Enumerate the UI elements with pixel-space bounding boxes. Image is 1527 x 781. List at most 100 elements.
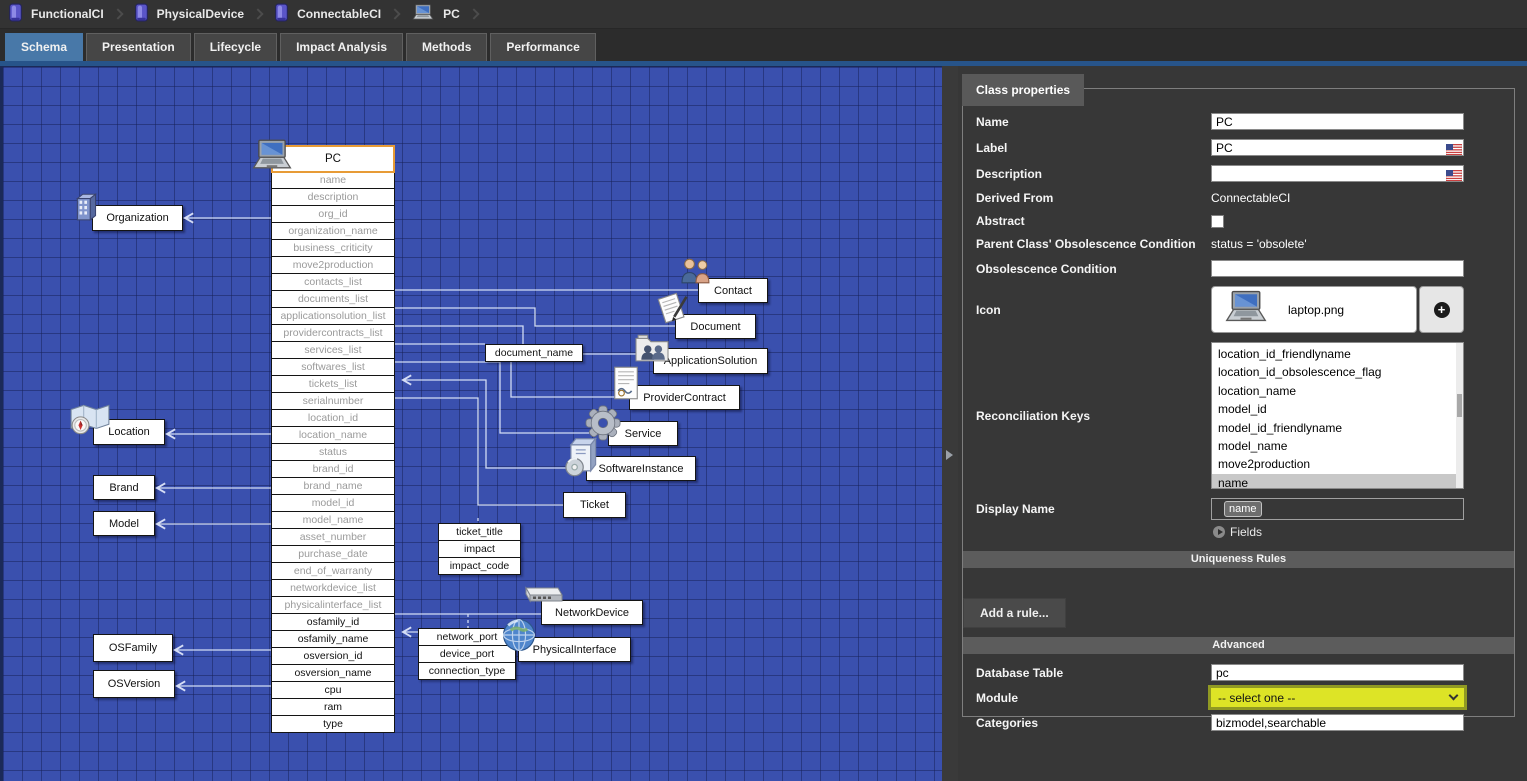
attribute-row[interactable]: impact: [438, 540, 521, 558]
pc-attribute-row[interactable]: model_name: [271, 511, 395, 529]
class-node-providercontract[interactable]: ProviderContract: [629, 385, 740, 410]
database-table-input[interactable]: [1211, 664, 1464, 681]
breadcrumb-item-functionalci[interactable]: FunctionalCI: [8, 3, 104, 25]
reconciliation-key-item[interactable]: model_id_friendlyname: [1212, 419, 1463, 437]
pc-attribute-row[interactable]: osversion_name: [271, 664, 395, 682]
attribute-row[interactable]: ticket_title: [438, 523, 521, 541]
tab[interactable]: Methods: [406, 33, 487, 61]
class-node-brand[interactable]: Brand: [93, 475, 155, 500]
listbox-scrollbar[interactable]: [1456, 343, 1463, 488]
add-icon-button[interactable]: +: [1419, 286, 1464, 333]
tab[interactable]: Lifecycle: [194, 33, 277, 61]
attribute-row[interactable]: document_name: [485, 344, 583, 362]
pc-attribute-row[interactable]: business_criticity: [271, 239, 395, 257]
breadcrumb-item-physicaldevice[interactable]: PhysicalDevice: [134, 3, 244, 25]
pc-attribute-row[interactable]: name: [271, 171, 395, 189]
class-node-physicalinterface[interactable]: PhysicalInterface: [518, 637, 631, 662]
description-input[interactable]: [1211, 165, 1464, 182]
us-flag-icon[interactable]: [1446, 142, 1462, 160]
pc-attribute-row[interactable]: location_id: [271, 409, 395, 427]
categories-input[interactable]: [1211, 714, 1464, 731]
pc-attribute-row[interactable]: applicationsolution_list: [271, 307, 395, 325]
pc-attribute-row[interactable]: end_of_warranty: [271, 562, 395, 580]
pc-attribute-row[interactable]: contacts_list: [271, 273, 395, 291]
collapse-panel-handle[interactable]: [946, 450, 953, 460]
reconciliation-key-item[interactable]: model_name: [1212, 437, 1463, 455]
attribute-row[interactable]: impact_code: [438, 557, 521, 575]
display-name-field[interactable]: name: [1211, 498, 1464, 520]
fields-toggle[interactable]: Fields: [1213, 525, 1465, 539]
pc-attribute-row[interactable]: location_name: [271, 426, 395, 444]
network-attribute-box: network_portdevice_portconnection_type: [418, 629, 516, 680]
pc-attribute-row[interactable]: tickets_list: [271, 375, 395, 393]
breadcrumb-separator-icon: [112, 8, 123, 19]
class-node-service[interactable]: Service: [608, 421, 678, 446]
class-node-ticket[interactable]: Ticket: [563, 492, 626, 518]
pc-attribute-row[interactable]: providercontracts_list: [271, 324, 395, 342]
pc-attribute-row[interactable]: networkdevice_list: [271, 579, 395, 597]
tab[interactable]: Impact Analysis: [280, 33, 403, 61]
pc-attribute-row[interactable]: organization_name: [271, 222, 395, 240]
pc-attribute-row[interactable]: serialnumber: [271, 392, 395, 410]
pc-attribute-row[interactable]: services_list: [271, 341, 395, 359]
pc-attribute-row[interactable]: cpu: [271, 681, 395, 699]
pc-attribute-row[interactable]: type: [271, 715, 395, 733]
class-node-pc[interactable]: PC: [271, 145, 395, 173]
add-rule-button[interactable]: Add a rule...: [963, 598, 1066, 628]
pc-attribute-row[interactable]: ram: [271, 698, 395, 716]
class-node-softwareinstance[interactable]: SoftwareInstance: [586, 456, 696, 481]
label-input[interactable]: [1211, 139, 1464, 156]
class-node-osfamily[interactable]: OSFamily: [93, 634, 173, 662]
abstract-checkbox[interactable]: [1211, 215, 1224, 228]
reconciliation-key-item[interactable]: move2production: [1212, 455, 1463, 473]
tab[interactable]: Performance: [490, 33, 595, 61]
reconciliation-key-item[interactable]: location_id_obsolescence_flag: [1212, 363, 1463, 381]
attribute-row[interactable]: connection_type: [418, 662, 516, 680]
pc-attribute-row[interactable]: brand_name: [271, 477, 395, 495]
pc-attribute-row[interactable]: osfamily_name: [271, 630, 395, 648]
tab[interactable]: Presentation: [86, 33, 191, 61]
class-node-applicationsolution[interactable]: ApplicationSolution: [653, 348, 768, 374]
pc-attribute-row[interactable]: purchase_date: [271, 545, 395, 563]
class-node-model[interactable]: Model: [93, 511, 155, 536]
pc-attribute-row[interactable]: brand_id: [271, 460, 395, 478]
obsolescence-input[interactable]: [1211, 260, 1464, 277]
pc-attribute-row[interactable]: status: [271, 443, 395, 461]
class-node-contact[interactable]: Contact: [698, 278, 768, 303]
pc-attribute-row[interactable]: org_id: [271, 205, 395, 223]
class-node-osversion[interactable]: OSVersion: [93, 670, 175, 698]
attribute-row[interactable]: device_port: [418, 645, 516, 663]
display-name-label: Display Name: [976, 502, 1211, 516]
reconciliation-key-item[interactable]: name: [1212, 474, 1463, 489]
class-node-location[interactable]: Location: [93, 419, 165, 445]
breadcrumb: FunctionalCI PhysicalDevice ConnectableC…: [0, 0, 1527, 29]
us-flag-icon[interactable]: [1446, 168, 1462, 186]
expand-icon: [1213, 526, 1225, 538]
reconciliation-key-item[interactable]: model_id: [1212, 400, 1463, 418]
pc-attribute-row[interactable]: move2production: [271, 256, 395, 274]
pc-attribute-row[interactable]: asset_number: [271, 528, 395, 546]
pc-attribute-row[interactable]: osversion_id: [271, 647, 395, 665]
pc-attribute-row[interactable]: physicalinterface_list: [271, 596, 395, 614]
pc-attribute-row[interactable]: model_id: [271, 494, 395, 512]
class-node-document[interactable]: Document: [675, 314, 756, 339]
class-node-organization[interactable]: Organization: [92, 205, 183, 231]
breadcrumb-item-connectableci[interactable]: ConnectableCI: [274, 3, 381, 25]
module-select[interactable]: -- select one --: [1211, 688, 1464, 707]
reconciliation-key-item[interactable]: location_id_friendlyname: [1212, 345, 1463, 363]
breadcrumb-item-pc[interactable]: PC: [411, 4, 460, 25]
display-name-chip[interactable]: name: [1224, 501, 1262, 517]
class-node-networkdevice[interactable]: NetworkDevice: [541, 600, 643, 625]
pc-attribute-row[interactable]: osfamily_id: [271, 613, 395, 631]
attribute-row[interactable]: network_port: [418, 628, 516, 646]
pc-attribute-row[interactable]: description: [271, 188, 395, 206]
reconciliation-key-item[interactable]: location_name: [1212, 382, 1463, 400]
laptop-icon: [1224, 289, 1268, 330]
schema-canvas[interactable]: PC namedescriptionorg_idorganization_nam…: [0, 66, 942, 781]
reconciliation-keys-listbox[interactable]: location_id_friendlynamelocation_id_obso…: [1211, 342, 1464, 489]
icon-file-display[interactable]: laptop.png: [1211, 286, 1417, 333]
name-input[interactable]: [1211, 113, 1464, 130]
pc-attribute-row[interactable]: documents_list: [271, 290, 395, 308]
tab[interactable]: Schema: [5, 33, 83, 61]
pc-attribute-row[interactable]: softwares_list: [271, 358, 395, 376]
